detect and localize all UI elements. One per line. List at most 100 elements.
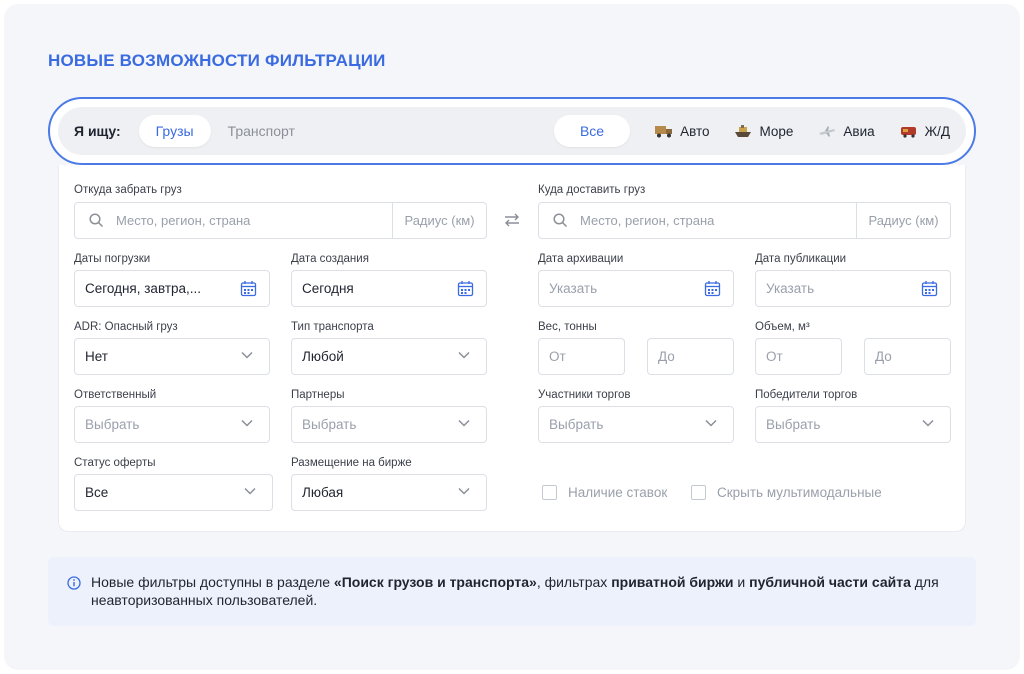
from-location-placeholder: Место, регион, страна — [116, 213, 251, 228]
mode-auto-label: Авто — [680, 123, 710, 139]
info-text-part: и — [733, 574, 750, 590]
calendar-icon — [704, 281, 721, 297]
info-icon — [67, 576, 81, 590]
from-label: Откуда забрать груз — [74, 184, 182, 196]
responsible-label: Ответственный — [74, 389, 157, 401]
truck-icon — [655, 126, 673, 138]
loading-dates-value: Сегодня, завтра,... — [85, 281, 202, 296]
publication-date-label: Дата публикации — [755, 253, 847, 265]
creation-date-input[interactable]: Сегодня — [291, 270, 487, 307]
volume-to-placeholder: До — [875, 349, 892, 364]
info-link-private: приватной биржи — [611, 574, 734, 590]
info-text-part: Новые фильтры доступны в разделе — [91, 574, 334, 590]
weight-label: Вес, тонны — [538, 321, 597, 333]
transport-type-value: Любой — [302, 349, 344, 364]
hide-multimodal-box[interactable] — [691, 485, 706, 500]
plane-icon — [819, 126, 836, 137]
mode-auto[interactable]: Авто — [654, 123, 709, 139]
archive-date-input[interactable]: Указать — [538, 270, 734, 307]
loading-dates-input[interactable]: Сегодня, завтра,... — [74, 270, 270, 307]
chevron-down-icon — [244, 487, 256, 495]
bidders-select[interactable]: Выбрать — [538, 406, 734, 443]
responsible-select[interactable]: Выбрать — [74, 406, 270, 443]
hide-multimodal-label: Скрыть мультимодальные — [717, 485, 882, 500]
swap-icon[interactable] — [502, 210, 522, 230]
has-bids-box[interactable] — [542, 485, 557, 500]
adr-label: ADR: Опасный груз — [74, 321, 178, 333]
exchange-placement-select[interactable]: Любая — [291, 474, 487, 511]
mode-sea[interactable]: Море — [733, 123, 793, 139]
bidders-placeholder: Выбрать — [549, 417, 604, 432]
volume-from-placeholder: От — [766, 349, 783, 364]
mode-sea-label: Море — [759, 123, 794, 139]
hide-multimodal-checkbox[interactable]: Скрыть мультимодальные — [691, 485, 882, 500]
winners-select[interactable]: Выбрать — [755, 406, 951, 443]
offer-status-select[interactable]: Все — [74, 474, 273, 511]
winners-placeholder: Выбрать — [766, 417, 821, 432]
adr-select[interactable]: Нет — [74, 338, 270, 375]
partners-select[interactable]: Выбрать — [291, 406, 487, 443]
publication-date-input[interactable]: Указать — [755, 270, 951, 307]
archive-date-placeholder: Указать — [549, 281, 598, 296]
offer-status-label: Статус оферты — [74, 457, 156, 469]
winners-label: Победители торгов — [755, 389, 858, 401]
chevron-down-icon — [922, 419, 934, 427]
filter-form: Откуда забрать груз Место, регион, стран… — [58, 165, 966, 532]
mode-rail-label: Ж/Д — [924, 123, 950, 139]
to-location-group: Место, регион, страна Радиус (км) — [538, 202, 951, 239]
ship-icon — [735, 125, 752, 137]
loading-dates-label: Даты погрузки — [74, 253, 151, 265]
creation-date-value: Сегодня — [302, 281, 354, 296]
weight-from-input[interactable]: От — [538, 338, 625, 375]
weight-from-placeholder: От — [549, 349, 566, 364]
weight-to-input[interactable]: До — [647, 338, 734, 375]
partners-label: Партнеры — [291, 389, 345, 401]
tab-cargo[interactable]: Грузы — [138, 115, 211, 147]
exchange-placement-value: Любая — [302, 485, 344, 500]
calendar-icon — [240, 281, 257, 297]
volume-to-input[interactable]: До — [864, 338, 951, 375]
to-location-input[interactable]: Место, регион, страна — [538, 202, 857, 239]
has-bids-label: Наличие ставок — [568, 485, 668, 500]
chevron-down-icon — [241, 351, 253, 359]
has-bids-checkbox[interactable]: Наличие ставок — [542, 485, 667, 500]
info-banner: Новые фильтры доступны в разделе «Поиск … — [48, 557, 976, 626]
bidders-label: Участники торгов — [538, 389, 631, 401]
tab-transport[interactable]: Транспорт — [211, 115, 312, 147]
info-link-search: «Поиск грузов и транспорта» — [333, 574, 537, 590]
exchange-placement-label: Размещение на бирже — [291, 457, 412, 469]
responsible-placeholder: Выбрать — [85, 417, 140, 432]
search-icon — [89, 213, 104, 228]
calendar-icon — [921, 281, 938, 297]
calendar-icon — [457, 281, 474, 297]
info-text-part: , фильтрах — [536, 574, 612, 590]
chevron-down-icon — [241, 419, 253, 427]
search-type-bar: Я ищу: Грузы Транспорт Все Авто Море Ави… — [48, 97, 976, 165]
volume-label: Объем, м³ — [755, 321, 810, 333]
mode-rail[interactable]: Ж/Д — [899, 123, 950, 139]
info-link-public: публичной части сайта — [749, 574, 911, 590]
mode-air[interactable]: Авиа — [817, 123, 875, 139]
offer-status-value: Все — [85, 485, 109, 500]
chevron-down-icon — [458, 487, 470, 495]
from-radius-input[interactable]: Радиус (км) — [393, 202, 487, 239]
train-icon — [900, 127, 916, 138]
to-radius-input[interactable]: Радиус (км) — [857, 202, 951, 239]
info-text: Новые фильтры доступны в разделе «Поиск … — [91, 573, 951, 609]
weight-to-placeholder: До — [658, 349, 675, 364]
adr-value: Нет — [85, 349, 108, 364]
mode-all-button[interactable]: Все — [553, 115, 631, 147]
from-location-input[interactable]: Место, регион, страна — [74, 202, 393, 239]
partners-placeholder: Выбрать — [302, 417, 357, 432]
volume-from-input[interactable]: От — [755, 338, 842, 375]
mode-air-label: Авиа — [843, 123, 875, 139]
from-location-group: Место, регион, страна Радиус (км) — [74, 202, 487, 239]
page-title: НОВЫЕ ВОЗМОЖНОСТИ ФИЛЬТРАЦИИ — [48, 51, 386, 70]
chevron-down-icon — [458, 351, 470, 359]
search-icon — [553, 213, 568, 228]
creation-date-label: Дата создания — [291, 253, 369, 265]
transport-type-select[interactable]: Любой — [291, 338, 487, 375]
transport-type-label: Тип транспорта — [291, 321, 374, 333]
to-location-placeholder: Место, регион, страна — [580, 213, 715, 228]
chevron-down-icon — [458, 419, 470, 427]
